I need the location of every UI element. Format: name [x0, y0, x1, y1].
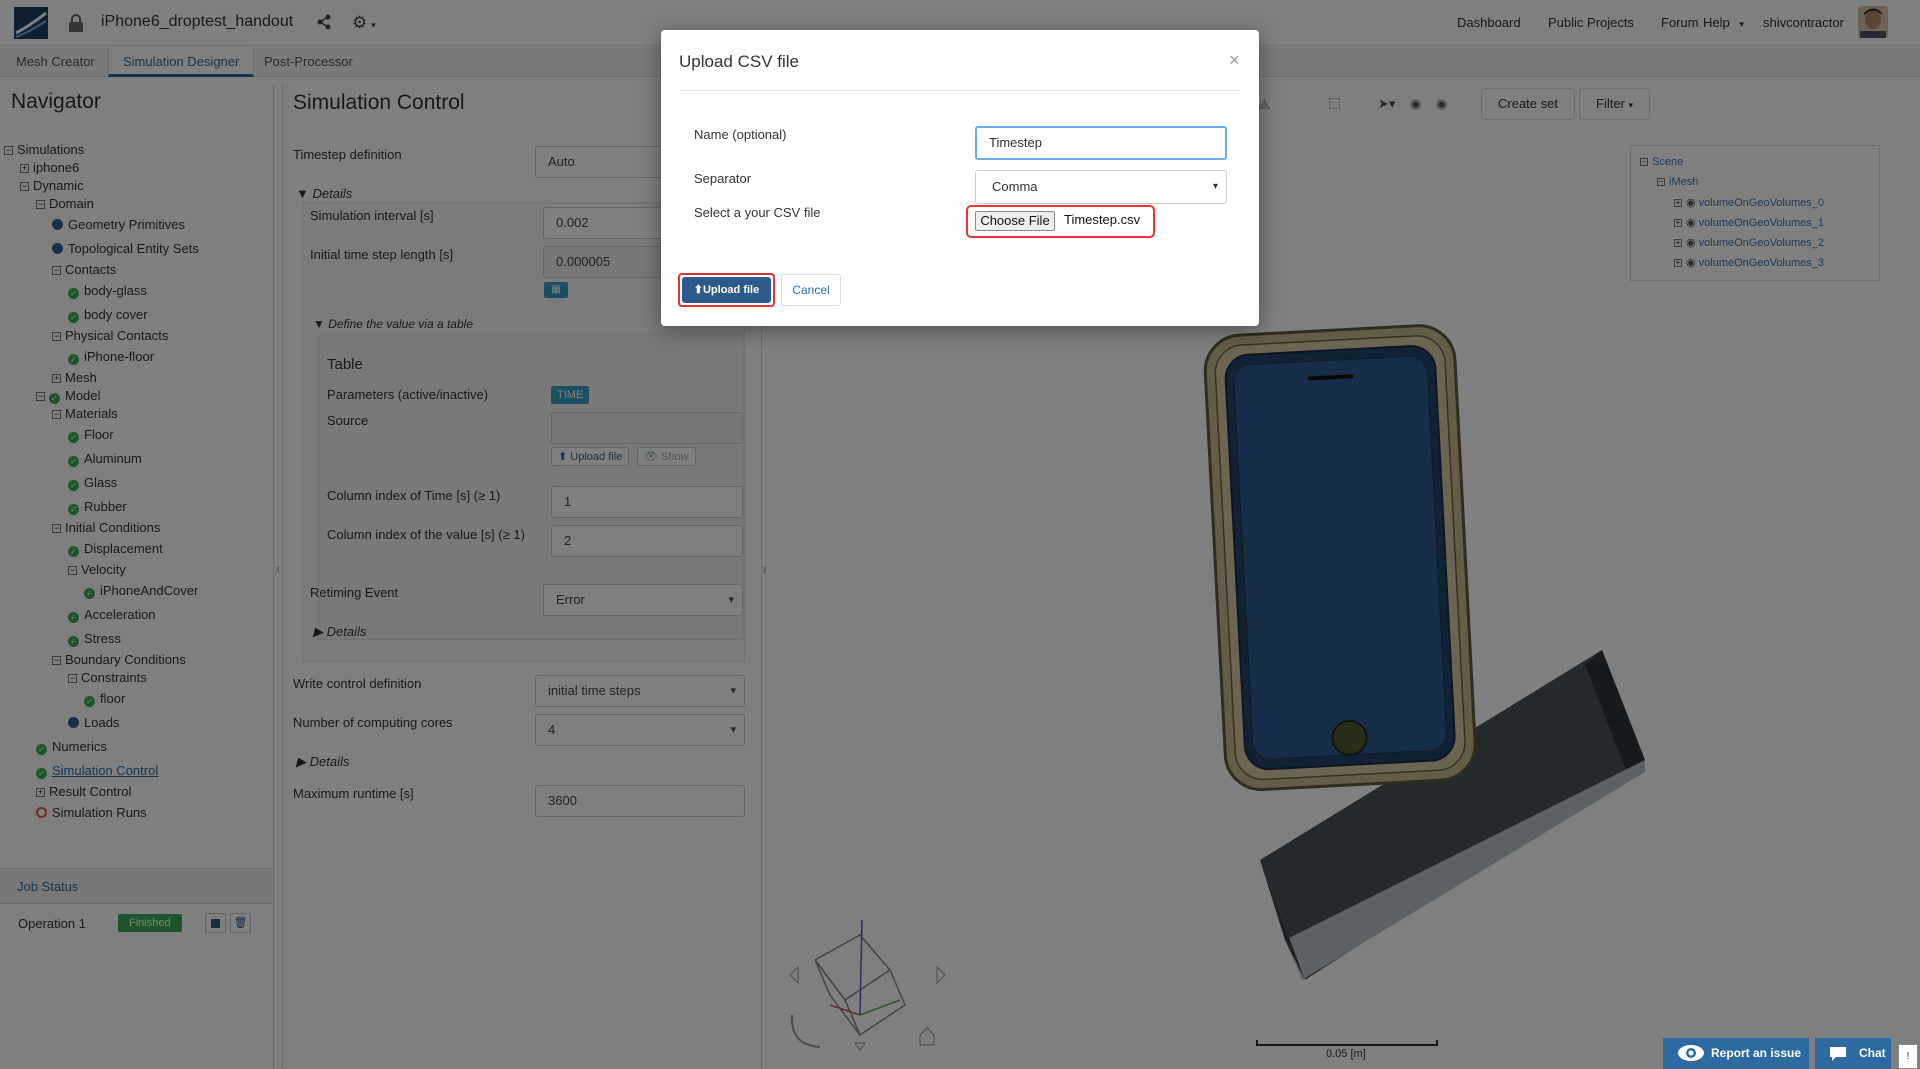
corner-button[interactable]: ! — [1898, 1044, 1918, 1069]
upload-file-label: Upload file — [702, 284, 760, 296]
separator-value: Comma — [992, 179, 1038, 194]
name-input[interactable]: Timestep — [975, 126, 1227, 160]
modal-title: Upload CSV file — [679, 52, 800, 71]
selected-file-name: Timestep.csv — [1064, 212, 1141, 227]
choose-file-button[interactable]: Choose File — [975, 211, 1055, 231]
chat-button[interactable]: Chat — [1815, 1038, 1891, 1069]
separator-label: Separator — [694, 171, 752, 186]
separator-select[interactable]: Comma ▾ — [975, 170, 1227, 204]
eye-icon — [1678, 1045, 1704, 1061]
close-icon[interactable]: × — [1229, 50, 1240, 71]
chat-label: Chat — [1859, 1046, 1886, 1060]
chat-icon — [1830, 1047, 1846, 1061]
upload-file-highlight: ⬆Upload file — [678, 273, 775, 307]
cancel-button[interactable]: Cancel — [781, 274, 841, 306]
report-label: Report an issue — [1711, 1046, 1802, 1060]
chevron-down-icon: ▾ — [1212, 181, 1218, 192]
modal-divider — [679, 90, 1241, 91]
upload-file-button[interactable]: ⬆Upload file — [682, 277, 771, 303]
name-label: Name (optional) — [694, 127, 787, 142]
upload-icon: ⬆ — [693, 284, 703, 296]
upload-csv-modal: Upload CSV file × Name (optional) Timest… — [661, 30, 1259, 326]
report-issue-button[interactable]: Report an issue — [1663, 1038, 1809, 1069]
file-label: Select a your CSV file — [694, 205, 821, 220]
